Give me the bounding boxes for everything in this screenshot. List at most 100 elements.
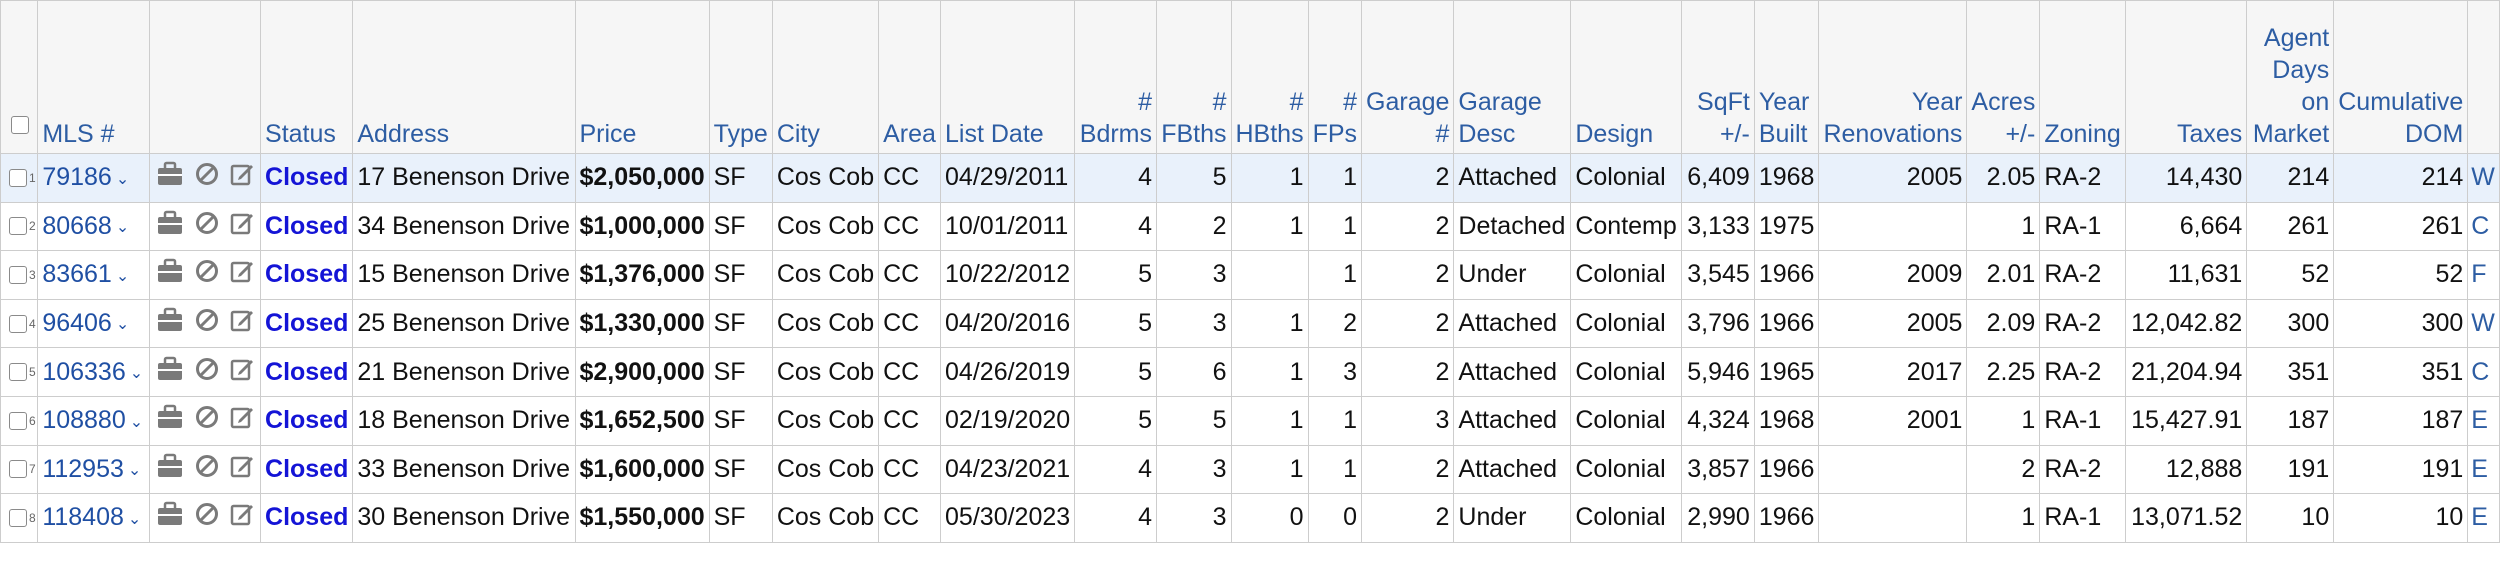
table-row[interactable]: 1 79186 ⌄ Closed 17 Benenson Drive $2,050…: [0, 153, 2500, 203]
col-cumulative-dom[interactable]: Cumulative DOM: [2333, 0, 2469, 154]
col-garage-desc[interactable]: Garage Desc: [1453, 0, 1572, 154]
chevron-down-icon[interactable]: ⌄: [116, 266, 129, 286]
cancel-icon[interactable]: [195, 357, 219, 388]
edit-icon[interactable]: [230, 162, 254, 193]
mls-link[interactable]: 112953: [42, 455, 124, 483]
select-all-checkbox-cell[interactable]: [0, 0, 39, 154]
chevron-down-icon[interactable]: ⌄: [130, 412, 143, 432]
row-checkbox[interactable]: [9, 460, 27, 479]
briefcase-icon[interactable]: [156, 501, 184, 534]
edit-icon[interactable]: [230, 211, 254, 242]
row-checkbox[interactable]: [9, 363, 27, 382]
mls-cell[interactable]: 79186 ⌄: [37, 153, 151, 203]
row-checkbox[interactable]: [9, 217, 27, 236]
mls-cell[interactable]: 96406 ⌄: [37, 298, 151, 349]
cancel-icon[interactable]: [195, 162, 219, 193]
briefcase-icon[interactable]: [156, 453, 184, 486]
list-date-cell: 10/22/2012: [940, 250, 1076, 300]
edit-icon[interactable]: [230, 454, 254, 485]
col-mls[interactable]: MLS #: [37, 0, 151, 154]
briefcase-icon[interactable]: [156, 404, 184, 437]
cancel-icon[interactable]: [195, 502, 219, 533]
mls-cell[interactable]: 108880 ⌄: [37, 395, 151, 446]
chevron-down-icon[interactable]: ⌄: [128, 509, 141, 529]
table-row[interactable]: 2 80668 ⌄ Closed 34 Benenson Drive $1,000…: [0, 201, 2500, 252]
mls-cell[interactable]: 80668 ⌄: [37, 201, 151, 252]
col-status[interactable]: Status: [260, 0, 354, 154]
mls-link[interactable]: 118408: [42, 503, 124, 531]
cancel-icon[interactable]: [195, 259, 219, 290]
col-taxes[interactable]: Taxes: [2125, 0, 2248, 154]
row-select-cell[interactable]: 8: [0, 493, 39, 543]
row-select-cell[interactable]: 1: [0, 153, 39, 203]
agent-dom-cell: 191: [2246, 444, 2335, 495]
edit-icon[interactable]: [230, 405, 254, 436]
mls-link[interactable]: 108880: [42, 406, 125, 434]
mls-link[interactable]: 83661: [42, 260, 112, 288]
col-year-built[interactable]: Year Built: [1753, 0, 1820, 154]
briefcase-icon[interactable]: [156, 210, 184, 243]
cancel-icon[interactable]: [195, 211, 219, 242]
edit-icon[interactable]: [230, 502, 254, 533]
col-list-date[interactable]: List Date: [940, 0, 1076, 154]
col-zoning[interactable]: Zoning: [2039, 0, 2127, 154]
mls-cell[interactable]: 112953 ⌄: [37, 444, 151, 495]
row-select-cell[interactable]: 5: [0, 347, 39, 397]
mls-cell[interactable]: 118408 ⌄: [37, 493, 151, 543]
table-row[interactable]: 8 118408 ⌄ Closed 30 Benenson Drive $1,55…: [0, 493, 2500, 543]
mls-link[interactable]: 79186: [42, 163, 112, 191]
row-checkbox[interactable]: [9, 265, 27, 284]
row-select-cell[interactable]: 7: [0, 444, 39, 495]
col-address[interactable]: Address: [352, 0, 576, 154]
edit-icon[interactable]: [230, 259, 254, 290]
table-row[interactable]: 6 108880 ⌄ Closed 18 Benenson Drive $1,65…: [0, 395, 2500, 446]
col-type[interactable]: Type: [708, 0, 773, 154]
table-row[interactable]: 3 83661 ⌄ Closed 15 Benenson Drive $1,376…: [0, 250, 2500, 300]
chevron-down-icon[interactable]: ⌄: [116, 314, 129, 334]
mls-cell[interactable]: 106336 ⌄: [37, 347, 151, 397]
briefcase-icon[interactable]: [156, 356, 184, 389]
mls-link[interactable]: 96406: [42, 309, 112, 337]
table-row[interactable]: 4 96406 ⌄ Closed 25 Benenson Drive $1,330…: [0, 298, 2500, 349]
briefcase-icon[interactable]: [156, 161, 184, 194]
col-hbths[interactable]: # HBths: [1230, 0, 1309, 154]
mls-cell[interactable]: 83661 ⌄: [37, 250, 151, 300]
chevron-down-icon[interactable]: ⌄: [130, 363, 143, 383]
cancel-icon[interactable]: [195, 308, 219, 339]
row-checkbox[interactable]: [9, 168, 27, 187]
table-row[interactable]: 7 112953 ⌄ Closed 33 Benenson Drive $1,60…: [0, 444, 2500, 495]
col-area[interactable]: Area: [878, 0, 942, 154]
select-all-checkbox[interactable]: [11, 116, 29, 134]
row-select-cell[interactable]: 2: [0, 201, 39, 252]
col-design[interactable]: Design: [1570, 0, 1682, 154]
table-row[interactable]: 5 106336 ⌄ Closed 21 Benenson Drive $2,90…: [0, 347, 2500, 397]
cancel-icon[interactable]: [195, 405, 219, 436]
col-year-renovations[interactable]: Year Renovations: [1818, 0, 1968, 154]
col-agent-dom[interactable]: Agent Days on Market: [2246, 0, 2335, 154]
col-price[interactable]: Price: [574, 0, 710, 154]
row-checkbox[interactable]: [9, 411, 27, 430]
edit-icon[interactable]: [230, 357, 254, 388]
chevron-down-icon[interactable]: ⌄: [116, 217, 129, 237]
col-city[interactable]: City: [771, 0, 880, 154]
col-acres[interactable]: Acres +/-: [1966, 0, 2041, 154]
chevron-down-icon[interactable]: ⌄: [128, 460, 141, 480]
cancel-icon[interactable]: [195, 454, 219, 485]
mls-link[interactable]: 106336: [42, 358, 125, 386]
mls-link[interactable]: 80668: [42, 212, 112, 240]
col-sqft[interactable]: SqFt +/-: [1680, 0, 1755, 154]
col-garage-num[interactable]: Garage #: [1361, 0, 1455, 154]
row-checkbox[interactable]: [9, 314, 27, 333]
row-select-cell[interactable]: 6: [0, 395, 39, 446]
briefcase-icon[interactable]: [156, 307, 184, 340]
col-bdrms[interactable]: # Bdrms: [1074, 0, 1158, 154]
edit-icon[interactable]: [230, 308, 254, 339]
year-built-cell: 1968: [1753, 153, 1820, 203]
row-select-cell[interactable]: 4: [0, 298, 39, 349]
row-checkbox[interactable]: [9, 508, 27, 527]
col-fbths[interactable]: # FBths: [1156, 0, 1232, 154]
chevron-down-icon[interactable]: ⌄: [116, 169, 129, 189]
row-select-cell[interactable]: 3: [0, 250, 39, 300]
briefcase-icon[interactable]: [156, 258, 184, 291]
col-fps[interactable]: # FPs: [1307, 0, 1363, 154]
